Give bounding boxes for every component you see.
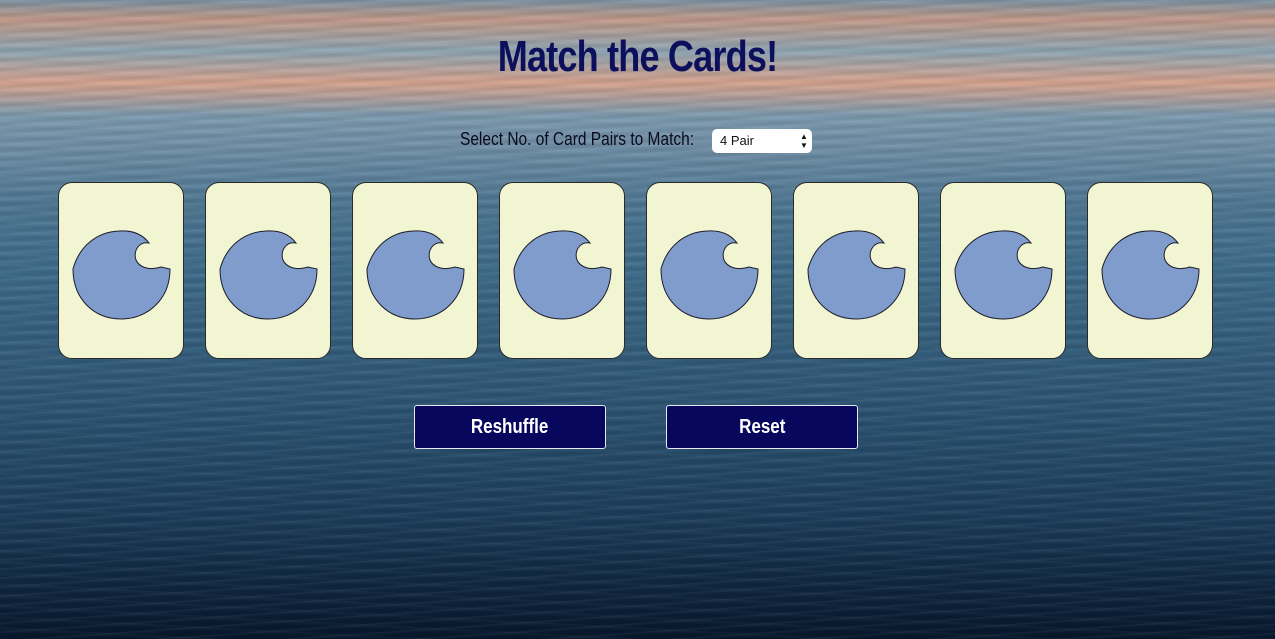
pair-select-label: Select No. of Card Pairs to Match: xyxy=(460,129,695,149)
reshuffle-button[interactable]: Reshuffle xyxy=(414,405,606,449)
wave-icon xyxy=(660,230,759,320)
card[interactable] xyxy=(58,182,184,359)
wave-icon xyxy=(366,230,465,320)
wave-icon xyxy=(513,230,612,320)
card[interactable] xyxy=(352,182,478,359)
card[interactable] xyxy=(1087,182,1213,359)
wave-icon xyxy=(807,230,906,320)
card[interactable] xyxy=(940,182,1066,359)
reset-button-label: Reset xyxy=(738,416,786,438)
card[interactable] xyxy=(205,182,331,359)
wave-icon xyxy=(1101,230,1200,320)
reshuffle-button-label: Reshuffle xyxy=(471,416,549,438)
page-title: Match the Cards! xyxy=(497,32,778,81)
pair-controls: Select No. of Card Pairs to Match: 4 Pai… xyxy=(0,128,1275,154)
wave-icon xyxy=(954,230,1053,320)
pair-select[interactable]: 4 Pair ▲ ▼ xyxy=(712,129,812,153)
card[interactable] xyxy=(499,182,625,359)
pair-select-value: 4 Pair xyxy=(720,133,754,148)
reset-button[interactable]: Reset xyxy=(666,405,858,449)
card[interactable] xyxy=(646,182,772,359)
wave-icon xyxy=(72,230,171,320)
wave-icon xyxy=(219,230,318,320)
select-arrows-icon: ▲ ▼ xyxy=(800,132,808,150)
card-grid xyxy=(58,182,1218,360)
card[interactable] xyxy=(793,182,919,359)
